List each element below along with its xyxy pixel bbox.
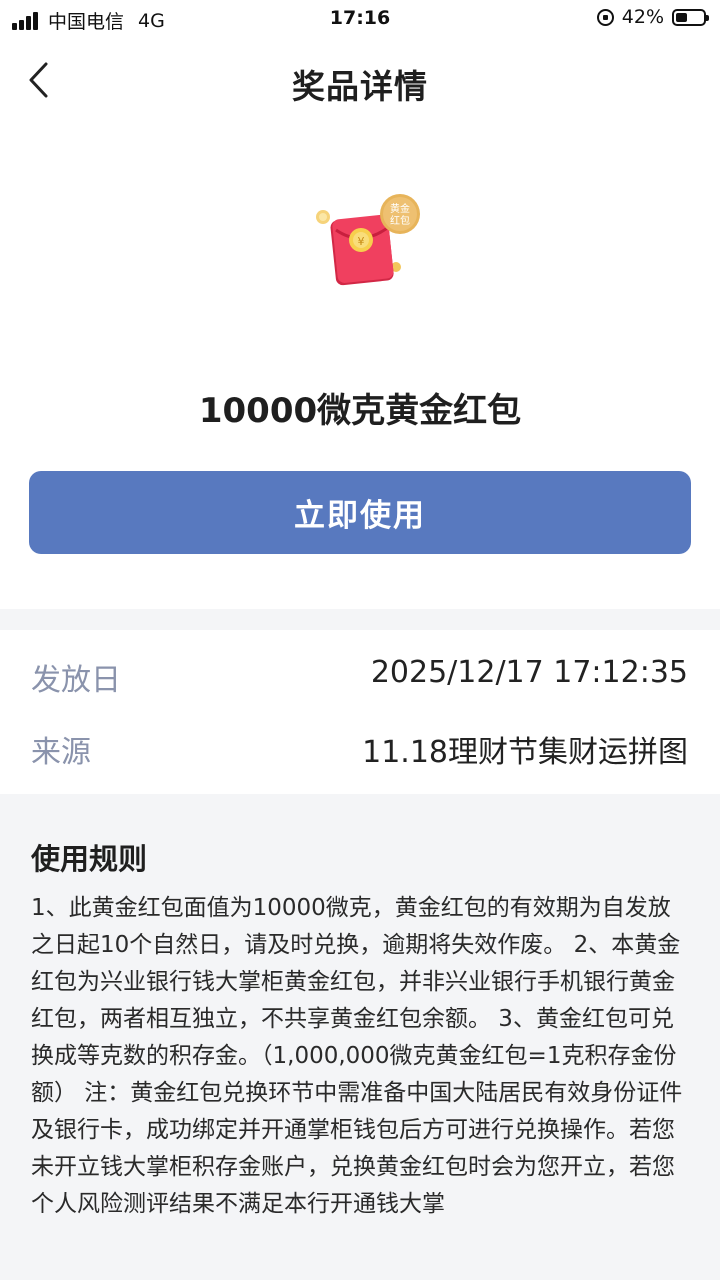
rules-title: 使用规则 (31, 842, 148, 876)
battery-level-fill (676, 12, 687, 22)
status-right: 42% (596, 6, 709, 28)
issue-date-label: 发放日 (31, 663, 121, 698)
source-value: 11.18理财节集财运拼图 (362, 735, 688, 770)
issue-date-value: 2025/12/17 17:12:35 (370, 655, 688, 690)
battery-percent: 42% (621, 6, 664, 28)
rotation-lock-icon (596, 8, 614, 26)
badge-text-line1: 黄金 (390, 202, 410, 215)
section-divider (0, 609, 720, 630)
svg-text:¥: ¥ (358, 235, 365, 248)
prize-name: 10000微克黄金红包 (198, 391, 522, 431)
source-row: 来源 11.18理财节集财运拼图 (0, 713, 720, 783)
status-bar: 中国电信 4G 17:16 42% (0, 0, 720, 40)
gold-red-envelope-icon: ¥ 黄金 红包 (316, 194, 420, 286)
nav-bar: 奖品详情 (0, 40, 720, 122)
badge-text-line2: 红包 (390, 214, 410, 227)
rules-text: 1、此黄金红包面值为10000微克，黄金红包的有效期为自发放之日起10个自然日，… (31, 895, 683, 1217)
use-now-button[interactable]: 立即使用 (29, 471, 691, 554)
usage-rules-section: 使用规则 1、此黄金红包面值为10000微克，黄金红包的有效期为自发放之日起10… (0, 794, 720, 1280)
source-label: 来源 (31, 735, 91, 770)
issue-date-row: 发放日 2025/12/17 17:12:35 (0, 641, 720, 711)
page-title: 奖品详情 (292, 67, 428, 106)
battery-icon (672, 8, 709, 26)
